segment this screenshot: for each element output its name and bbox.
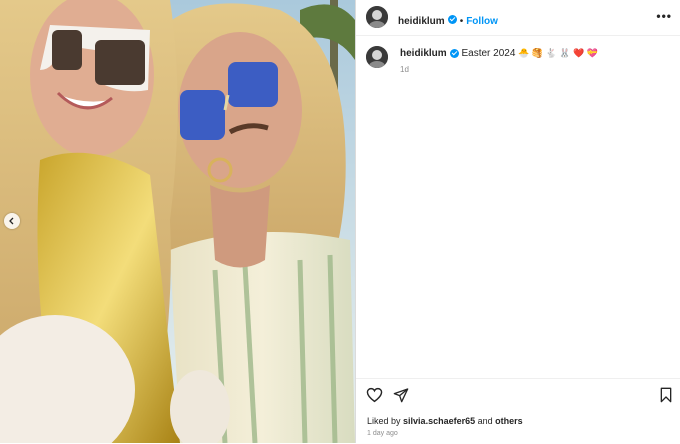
header-username[interactable]: heidiklum (398, 16, 445, 27)
avatar-image (366, 46, 388, 68)
avatar[interactable] (366, 6, 388, 28)
caption-body: Easter 2024 (461, 48, 516, 59)
post-sidebar: heidiklum • Follow ••• heidiklum Easter 20… (355, 0, 680, 443)
caption-username[interactable]: heidiklum (400, 48, 447, 59)
chevron-left-icon (9, 217, 14, 225)
paper-plane-icon (393, 388, 409, 403)
likes-summary: Liked by silvia.schaefer65 and others (367, 416, 523, 426)
carousel-prev-button[interactable] (4, 213, 20, 229)
heart-icon (366, 387, 383, 403)
share-button[interactable] (393, 387, 409, 408)
separator: • (459, 16, 464, 27)
post-timestamp: 1 day ago (367, 430, 398, 437)
verified-badge-icon (449, 48, 459, 58)
header-user-line: heidiklum • Follow (398, 11, 498, 29)
avatar-image (366, 6, 388, 28)
caption-time: 1d (400, 65, 409, 74)
save-button[interactable] (659, 387, 673, 408)
verified-badge-icon (447, 15, 457, 25)
caption-text: heidiklum Easter 2024 🐣 🥞 🐇 🐰 ❤️ 💝 (400, 48, 598, 59)
post-header: heidiklum • Follow ••• (356, 0, 680, 36)
likes-and: and (477, 416, 493, 426)
caption-avatar[interactable] (366, 46, 388, 68)
likes-others-link[interactable]: others (495, 416, 523, 426)
photo-image (0, 0, 355, 443)
liked-by-user-link[interactable]: silvia.schaefer65 (403, 416, 475, 426)
likes-prefix: Liked by (367, 416, 401, 426)
caption-emojis: 🐣 🥞 🐇 🐰 ❤️ 💝 (518, 48, 598, 58)
like-button[interactable] (366, 387, 383, 408)
action-bar: Liked by silvia.schaefer65 and others 1 … (356, 378, 680, 444)
follow-button[interactable]: Follow (466, 16, 498, 27)
bookmark-icon (660, 387, 672, 403)
post-photo[interactable] (0, 0, 355, 443)
more-options-icon[interactable]: ••• (656, 9, 672, 23)
